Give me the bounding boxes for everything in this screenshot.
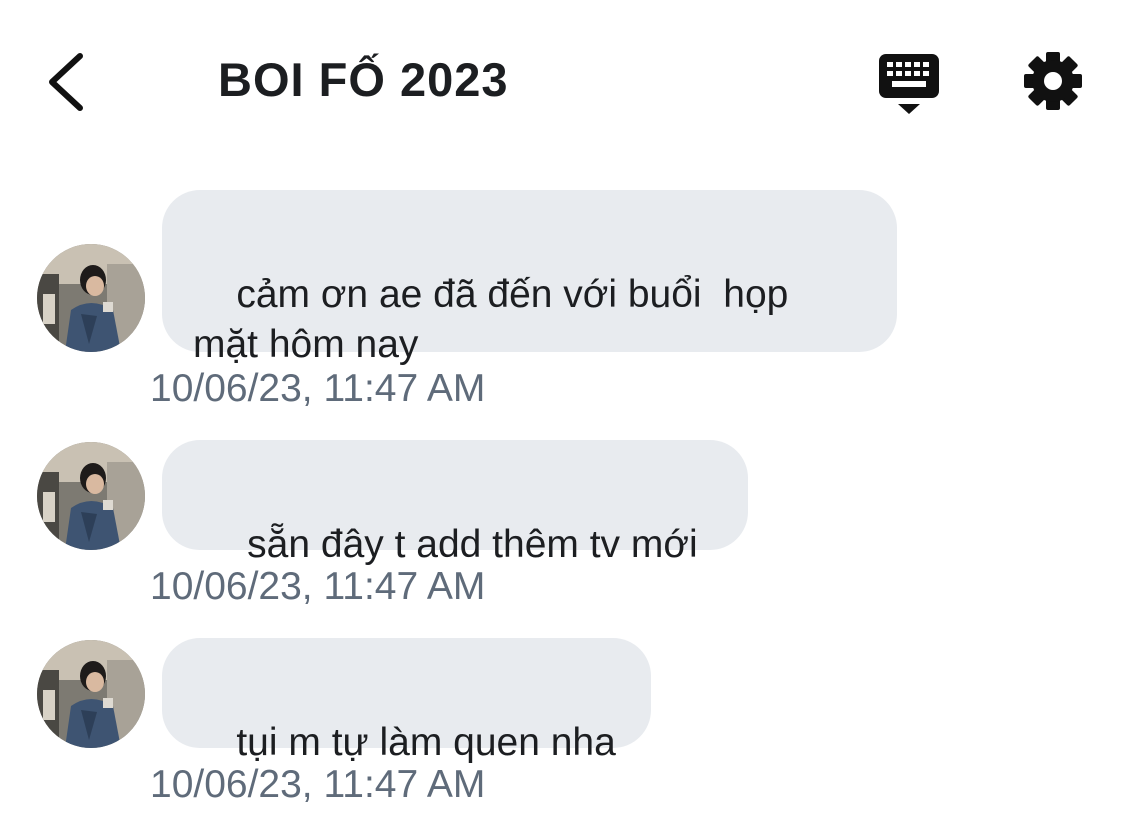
avatar-photo <box>37 442 145 550</box>
message-timestamp: 10/06/23, 11:47 AM <box>150 367 486 410</box>
message-timestamp: 10/06/23, 11:47 AM <box>150 565 486 608</box>
message-bubble[interactable]: tụi m tự làm quen nha <box>162 638 651 764</box>
message-text: tụi m tự làm quen nha <box>236 721 616 764</box>
message-text: sẵn đây t add thêm tv mới <box>236 523 698 566</box>
message-text: cảm ơn ae đã đến với buổi họp mặt hôm na… <box>193 273 789 366</box>
avatar-photo <box>37 244 145 352</box>
message-bubble[interactable]: sẵn đây t add thêm tv mới <box>162 440 748 566</box>
message-list: cảm ơn ae đã đến với buổi họp mặt hôm na… <box>0 0 1125 826</box>
avatar[interactable] <box>37 442 145 550</box>
message-timestamp: 10/06/23, 11:47 AM <box>150 763 486 806</box>
avatar[interactable] <box>37 640 145 748</box>
avatar-photo <box>37 640 145 748</box>
avatar[interactable] <box>37 244 145 352</box>
message-bubble[interactable]: cảm ơn ae đã đến với buổi họp mặt hôm na… <box>162 190 897 366</box>
